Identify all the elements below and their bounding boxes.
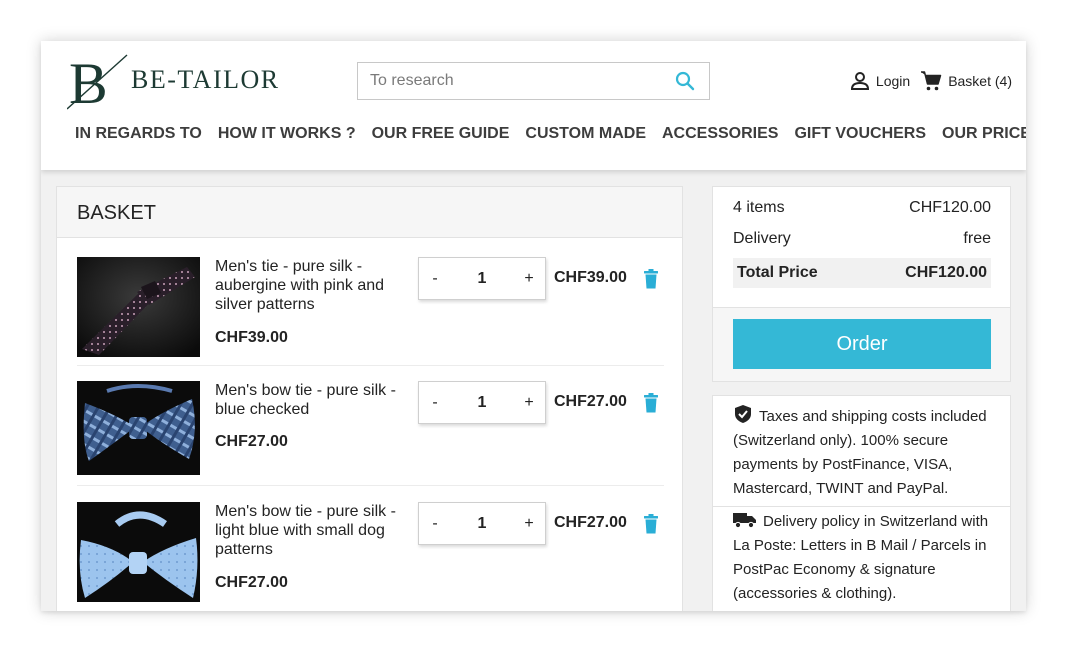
line-total: CHF27.00 bbox=[554, 393, 627, 410]
product-name[interactable]: Men's tie - pure silk - aubergine with p… bbox=[215, 257, 409, 314]
trash-icon[interactable] bbox=[643, 514, 659, 539]
divider bbox=[77, 485, 664, 486]
user-icon bbox=[850, 72, 869, 90]
cart-icon bbox=[921, 71, 942, 91]
search-box bbox=[357, 62, 710, 100]
nav-item-how-it-works[interactable]: HOW IT WORKS ? bbox=[218, 125, 356, 143]
product-unit-price: CHF27.00 bbox=[215, 574, 288, 591]
search-input[interactable] bbox=[358, 63, 658, 99]
increase-quantity-button[interactable]: + bbox=[513, 394, 545, 412]
user-bar: Login Basket (4) bbox=[840, 70, 1012, 92]
nav-item-gift-vouchers[interactable]: GIFT VOUCHERS bbox=[794, 125, 926, 143]
quantity-stepper: - 1 + bbox=[418, 502, 546, 545]
taxes-info: Taxes and shipping costs included (Switz… bbox=[733, 404, 998, 501]
items-count-label: 4 items bbox=[733, 199, 785, 216]
product-name[interactable]: Men's bow tie - pure silk - blue checked bbox=[215, 381, 409, 419]
cart-line: Men's bow tie - pure silk - blue checked… bbox=[77, 381, 664, 489]
basket-link[interactable]: Basket (4) bbox=[920, 70, 1012, 92]
nav-item-free-guide[interactable]: OUR FREE GUIDE bbox=[372, 125, 510, 143]
product-image[interactable] bbox=[77, 502, 200, 602]
delivery-label: Delivery bbox=[733, 230, 791, 247]
logo-monogram-icon: B bbox=[67, 53, 128, 111]
quantity-stepper: - 1 + bbox=[418, 381, 546, 424]
login-label: Login bbox=[875, 73, 911, 89]
order-button[interactable]: Order bbox=[733, 319, 991, 369]
product-unit-price: CHF39.00 bbox=[215, 329, 288, 346]
basket-title: BASKET bbox=[57, 187, 682, 238]
total-label: Total Price bbox=[737, 264, 818, 281]
delivery-info: Delivery policy in Switzerland with La P… bbox=[733, 510, 998, 606]
delivery-text: Delivery policy in Switzerland with La P… bbox=[733, 513, 989, 602]
login-link[interactable]: Login bbox=[850, 71, 910, 91]
nav-item-custom-made[interactable]: CUSTOM MADE bbox=[525, 125, 646, 143]
line-total: CHF27.00 bbox=[554, 514, 627, 531]
decrease-quantity-button[interactable]: - bbox=[419, 394, 451, 412]
order-summary: 4 items CHF120.00 Delivery free Total Pr… bbox=[712, 186, 1011, 382]
divider bbox=[713, 506, 1010, 507]
product-image[interactable] bbox=[77, 381, 200, 475]
page-frame: B BE-TAILOR Login bbox=[41, 41, 1026, 611]
search-icon[interactable] bbox=[675, 71, 695, 96]
items-subtotal: CHF120.00 bbox=[909, 199, 991, 216]
summary-delivery-row: Delivery free bbox=[733, 230, 991, 248]
nav-item-about[interactable]: IN REGARDS TO bbox=[75, 125, 202, 143]
quantity-input[interactable]: 1 bbox=[451, 394, 513, 412]
decrease-quantity-button[interactable]: - bbox=[419, 270, 451, 288]
reassurance-panel: Taxes and shipping costs included (Switz… bbox=[712, 395, 1011, 611]
basket-label: Basket (4) bbox=[948, 73, 1012, 89]
cart-line: Men's bow tie - pure silk - light blue w… bbox=[77, 502, 664, 610]
trash-icon[interactable] bbox=[643, 269, 659, 294]
nav-item-prices[interactable]: OUR PRICES bbox=[942, 125, 1026, 143]
brand-logo[interactable]: B BE-TAILOR bbox=[67, 53, 297, 111]
quantity-stepper: - 1 + bbox=[418, 257, 546, 300]
total-value: CHF120.00 bbox=[905, 264, 987, 281]
product-name[interactable]: Men's bow tie - pure silk - light blue w… bbox=[215, 502, 409, 559]
main-nav: IN REGARDS TO HOW IT WORKS ? OUR FREE GU… bbox=[75, 125, 1026, 143]
brand-name: BE-TAILOR bbox=[131, 65, 280, 94]
basket-panel: BASKET Men's tie - pure silk - aubergine… bbox=[56, 186, 683, 611]
decrease-quantity-button[interactable]: - bbox=[419, 515, 451, 533]
quantity-input[interactable]: 1 bbox=[451, 270, 513, 288]
delivery-value: free bbox=[963, 230, 991, 247]
product-unit-price: CHF27.00 bbox=[215, 433, 288, 450]
divider bbox=[77, 365, 664, 366]
trash-icon[interactable] bbox=[643, 393, 659, 418]
shield-check-icon bbox=[735, 405, 751, 423]
taxes-text: Taxes and shipping costs included (Switz… bbox=[733, 408, 987, 497]
cart-line: Men's tie - pure silk - aubergine with p… bbox=[77, 257, 664, 365]
site-header: B BE-TAILOR Login bbox=[41, 41, 1026, 170]
line-total: CHF39.00 bbox=[554, 269, 627, 286]
quantity-input[interactable]: 1 bbox=[451, 515, 513, 533]
product-image[interactable] bbox=[77, 257, 200, 357]
increase-quantity-button[interactable]: + bbox=[513, 515, 545, 533]
summary-total-row: Total Price CHF120.00 bbox=[733, 258, 991, 288]
nav-item-accessories[interactable]: ACCESSORIES bbox=[662, 125, 778, 143]
increase-quantity-button[interactable]: + bbox=[513, 270, 545, 288]
truck-icon bbox=[733, 513, 756, 529]
summary-items-row: 4 items CHF120.00 bbox=[733, 199, 991, 217]
